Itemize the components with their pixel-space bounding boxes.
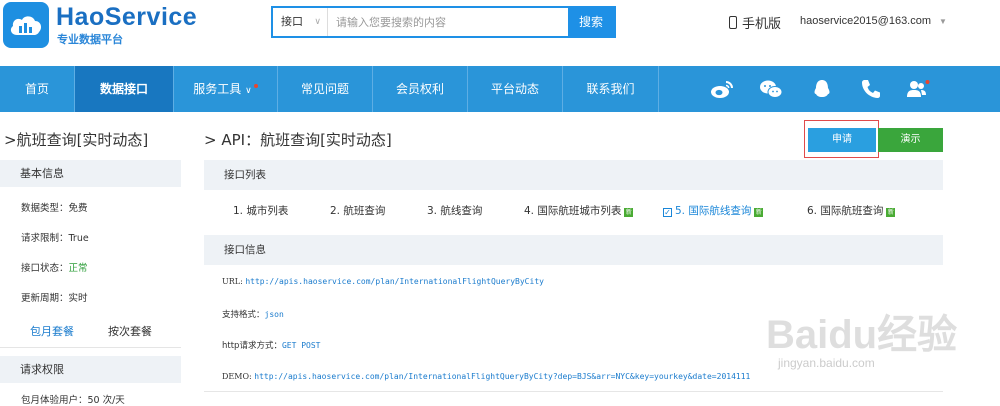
search-category-label: 接口 (281, 15, 303, 28)
trial-user-row: 包月体验用户：50 次/天 (21, 395, 125, 406)
api-item-flight-query[interactable]: 2. 航班查询 (330, 203, 385, 218)
wechat-icon[interactable] (759, 78, 783, 100)
url-row: URL: http://apis.haoservice.com/plan/Int… (222, 277, 544, 286)
api-info-header: 接口信息 (204, 235, 943, 265)
nav-item-faq[interactable]: 常见问题 (278, 66, 373, 112)
format-row: 支持格式：json (222, 308, 284, 320)
nav-label: 会员权利 (395, 82, 444, 96)
nav-item-data-api[interactable]: 数据接口 (75, 66, 174, 112)
search-input[interactable] (329, 8, 569, 36)
page-title: > API：航班查询[实时动态] (204, 131, 392, 149)
api-item-city-list[interactable]: 1. 城市列表 (233, 203, 288, 218)
chevron-down-icon: ▼ (939, 17, 947, 26)
nav-label: 数据接口 (99, 82, 148, 96)
row-label: 接口状态： (21, 263, 69, 274)
api-item-label: 3. 航线查询 (427, 205, 483, 217)
demo-label: DEMO: (222, 372, 252, 381)
method-row: http请求方式：GET POST (222, 339, 320, 351)
nav-label: 联系我们 (586, 82, 635, 96)
format-label: 支持格式： (222, 310, 265, 320)
chevron-down-icon: ∨ (245, 86, 252, 96)
nav-label: 服务工具 (193, 82, 242, 96)
row-value: 实时 (68, 293, 88, 304)
row-label: 请求限制： (21, 233, 69, 244)
new-badge: 新 (886, 208, 896, 217)
search-button[interactable]: 搜索 (568, 8, 614, 36)
logo-icon[interactable] (3, 2, 49, 48)
mobile-phone-icon (729, 16, 737, 29)
divider (204, 391, 943, 392)
api-item-intl-route-query[interactable]: ✓ 5. 国际航线查询新 (663, 203, 764, 218)
nav-item-platform-news[interactable]: 平台动态 (468, 66, 563, 112)
method-value: GET POST (281, 341, 321, 350)
row-label: 更新周期： (21, 293, 69, 304)
main-nav: 首页 数据接口 服务工具 ∨ 常见问题 会员权利 平台动态 联系我们 (0, 66, 1000, 112)
nav-item-contact-us[interactable]: 联系我们 (563, 66, 659, 112)
watermark: Baidu经验 jingyan.baidu.com (766, 300, 1000, 398)
chevron-down-icon: ∨ (314, 17, 321, 27)
demo-link[interactable]: http://apis.haoservice.com/plan/Internat… (254, 372, 750, 381)
demo-button[interactable]: 演示 (878, 128, 943, 152)
nav-item-member-rights[interactable]: 会员权利 (373, 66, 468, 112)
api-item-label: 6. 国际航班查询 (807, 205, 884, 217)
header: HaoService 专业数据平台 接口 ∨ 搜索 手机版 haoservice… (0, 0, 1000, 66)
brand-tagline: 专业数据平台 (57, 33, 123, 46)
update-cycle-row: 更新周期：实时 (21, 290, 88, 304)
data-type-row: 数据类型：免费 (21, 200, 88, 214)
nav-label: 平台动态 (490, 82, 539, 96)
check-icon: ✓ (663, 208, 672, 217)
api-item-label: 5. 国际航线查询 (675, 205, 752, 217)
format-value: json (264, 310, 284, 319)
mobile-version-link[interactable]: 手机版 (729, 13, 781, 32)
new-badge: 新 (624, 208, 634, 217)
row-value: 免费 (68, 203, 88, 214)
nav-label: 首页 (24, 82, 49, 96)
api-item-label: 2. 航班查询 (330, 205, 386, 217)
new-badge: 新 (754, 208, 764, 217)
sidebar-title: >航班查询[实时动态] (4, 131, 149, 149)
api-item-route-query[interactable]: 3. 航线查询 (427, 203, 482, 218)
notification-dot (253, 84, 258, 88)
tab-per-call-plan[interactable]: 按次套餐 (108, 323, 152, 339)
nav-item-service-tools[interactable]: 服务工具 ∨ (174, 66, 278, 112)
apply-button[interactable]: 申请 (808, 128, 876, 152)
api-item-label: 4. 国际航班城市列表 (524, 205, 622, 217)
row-value: True (68, 233, 89, 244)
url-link[interactable]: http://apis.haoservice.com/plan/Internat… (245, 277, 544, 286)
weibo-icon[interactable] (710, 78, 734, 100)
nav-label: 常见问题 (300, 82, 349, 96)
phone-icon[interactable] (859, 78, 883, 100)
account-menu[interactable]: haoservice2015@163.com ▼ (800, 15, 947, 27)
basic-info-header: 基本信息 (0, 160, 181, 187)
mobile-version-label: 手机版 (742, 17, 782, 32)
account-email: haoservice2015@163.com (800, 15, 932, 27)
sidebar: >航班查询[实时动态] 基本信息 数据类型：免费 请求限制：True 接口状态：… (0, 122, 181, 406)
search-bar: 接口 ∨ 搜索 (271, 6, 616, 38)
tab-monthly-plan[interactable]: 包月套餐 (30, 323, 74, 339)
row-label: 数据类型： (21, 203, 69, 214)
api-status-row: 接口状态：正常 (21, 260, 88, 274)
users-icon[interactable] (906, 78, 930, 100)
method-label: http请求方式： (222, 341, 282, 351)
url-label: URL: (222, 277, 243, 286)
watermark-logo: Baidu经验 (766, 313, 958, 357)
qq-icon[interactable] (810, 78, 834, 100)
request-limit-row: 请求限制：True (21, 230, 89, 244)
api-item-intl-flight-query[interactable]: 6. 国际航班查询新 (807, 203, 896, 218)
demo-row: DEMO: http://apis.haoservice.com/plan/In… (222, 372, 750, 381)
api-list-header: 接口列表 (204, 160, 943, 190)
api-item-label: 1. 城市列表 (233, 205, 289, 217)
api-item-intl-city-list[interactable]: 4. 国际航班城市列表新 (524, 203, 634, 218)
status-value: 正常 (68, 263, 88, 274)
request-permission-header: 请求权限 (0, 356, 181, 383)
brand-name[interactable]: HaoService (56, 3, 197, 32)
nav-item-home[interactable]: 首页 (0, 66, 75, 112)
watermark-url: jingyan.baidu.com (778, 356, 875, 370)
search-category-select[interactable]: 接口 ∨ (273, 8, 328, 36)
divider (0, 347, 181, 348)
